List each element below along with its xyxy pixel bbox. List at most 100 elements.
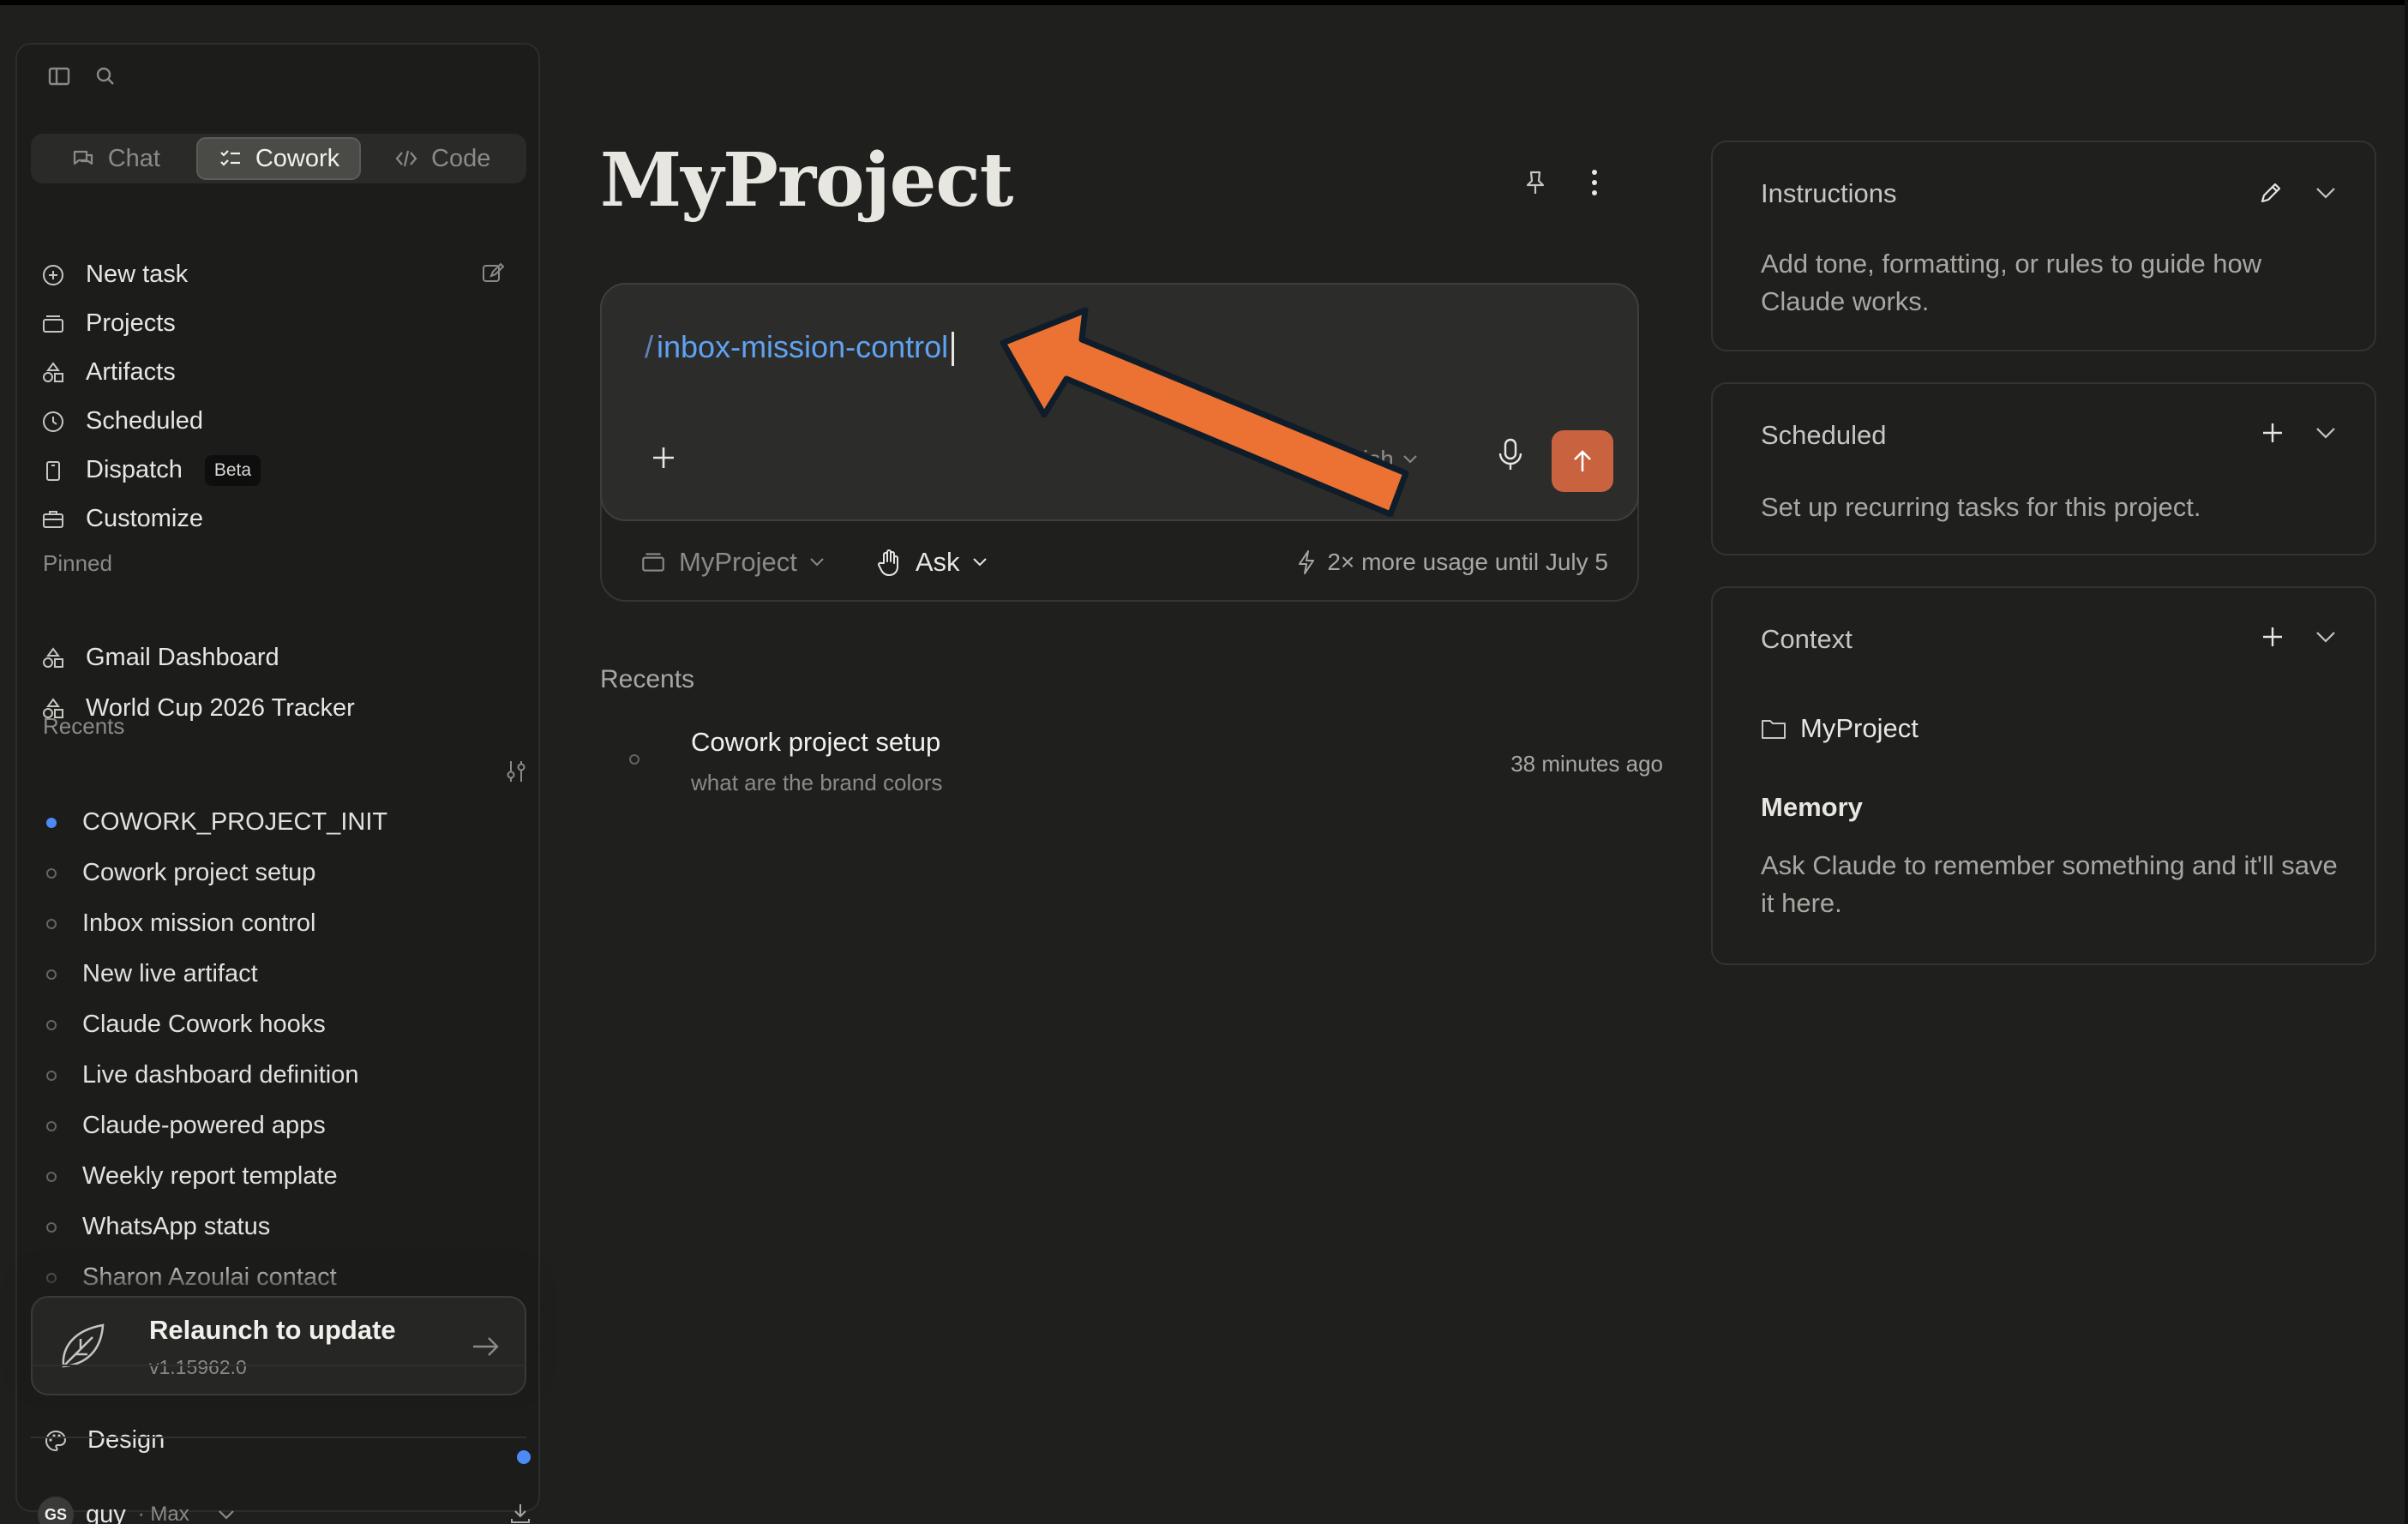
list-item[interactable]: COWORK_PROJECT_INIT	[43, 797, 523, 848]
compose-icon[interactable]	[480, 261, 506, 286]
update-title: Relaunch to update	[149, 1315, 396, 1345]
nav-label: Customize	[86, 505, 203, 532]
arrow-up-icon	[1571, 448, 1594, 474]
folder-stack-icon	[640, 549, 667, 576]
nav-label: Dispatch	[86, 456, 183, 483]
leaf-icon	[55, 1318, 111, 1375]
status-dot	[46, 1019, 57, 1030]
nav-label: Projects	[86, 309, 176, 337]
nav-projects[interactable]: Projects	[39, 299, 528, 348]
status-dot	[46, 1272, 57, 1283]
recent-label: WhatsApp status	[82, 1213, 271, 1240]
memory-title: Memory	[1761, 792, 1863, 822]
recent-label: Live dashboard definition	[82, 1061, 359, 1089]
mode-code[interactable]: Code	[361, 137, 523, 180]
phone-icon	[39, 457, 67, 484]
project-label: MyProject	[679, 547, 797, 577]
recent-label: Claude-powered apps	[82, 1112, 326, 1139]
list-item[interactable]: Weekly report template	[43, 1151, 523, 1202]
add-attachment-icon[interactable]	[650, 444, 677, 471]
chat-icon	[70, 146, 96, 171]
list-item[interactable]: Claude Cowork hooks	[43, 999, 523, 1050]
nav-dispatch[interactable]: Dispatch Beta	[39, 446, 528, 495]
nav-artifacts[interactable]: Artifacts	[39, 348, 528, 397]
user-name: guy	[86, 1500, 126, 1524]
chevron-down-icon[interactable]	[2315, 630, 2337, 644]
panel-title: Scheduled	[1761, 420, 1887, 450]
hand-icon	[876, 548, 904, 577]
send-button[interactable]	[1552, 430, 1613, 492]
chevron-down-icon	[217, 1509, 236, 1521]
list-item[interactable]: New live artifact	[43, 949, 523, 999]
status-dot	[46, 918, 57, 929]
sidebar-toggle-icon[interactable]	[45, 62, 74, 91]
chevron-down-icon	[972, 557, 988, 567]
nav-new-task[interactable]: New task	[39, 250, 528, 299]
mode-label: Code	[431, 144, 491, 172]
plus-icon[interactable]	[2261, 626, 2284, 648]
list-item[interactable]: WhatsApp status	[43, 1202, 523, 1252]
user-menu[interactable]: GS guy · Max	[38, 1497, 530, 1524]
mode-cowork[interactable]: Cowork	[195, 137, 362, 180]
status-dot	[629, 754, 640, 765]
pencil-icon[interactable]	[2258, 180, 2284, 206]
nav-scheduled[interactable]: Scheduled	[39, 397, 528, 446]
nav-label: Artifacts	[86, 358, 176, 386]
mode-label: Cowork	[255, 144, 340, 172]
mode-selector[interactable]: Ask	[876, 547, 988, 578]
context-folder[interactable]: MyProject	[1761, 713, 1919, 744]
chevron-down-icon[interactable]	[2315, 426, 2337, 440]
relaunch-update-card[interactable]: Relaunch to update v1.15962.0	[31, 1296, 526, 1395]
recents-list: COWORK_PROJECT_INIT Cowork project setup…	[43, 797, 523, 1303]
status-dot	[46, 1070, 57, 1081]
list-item[interactable]: Inbox mission control	[43, 898, 523, 949]
download-icon[interactable]	[507, 1500, 533, 1524]
folder-icon	[1761, 717, 1786, 740]
panel-actions	[2261, 422, 2337, 444]
microphone-icon[interactable]	[1495, 437, 1526, 473]
briefcase-icon	[39, 506, 67, 533]
status-dot	[46, 1120, 57, 1131]
code-icon	[393, 146, 419, 171]
recent-subtitle: what are the brand colors	[691, 770, 943, 795]
design-item[interactable]: Design	[43, 1426, 165, 1455]
arrow-right-icon	[471, 1334, 501, 1359]
pin-icon[interactable]	[1522, 169, 1548, 196]
checklist-icon	[218, 146, 243, 171]
status-dot	[46, 969, 57, 980]
window-edge	[2405, 0, 2408, 1524]
status-dot	[46, 817, 57, 828]
chevron-down-icon	[809, 557, 825, 567]
recent-label: Cowork project setup	[82, 859, 316, 886]
memory-description: Ask Claude to remember something and it'…	[1761, 850, 2338, 918]
list-item[interactable]: Live dashboard definition	[43, 1050, 523, 1101]
list-item[interactable]: Claude-powered apps	[43, 1101, 523, 1151]
sidebar-top-icons	[45, 62, 120, 91]
project-selector[interactable]: MyProject	[640, 547, 825, 578]
pinned-item[interactable]: Gmail Dashboard	[39, 633, 528, 683]
folder-stack-icon	[39, 310, 67, 338]
beta-badge: Beta	[204, 454, 261, 486]
nav-customize[interactable]: Customize	[39, 495, 528, 543]
title-actions	[1522, 168, 1600, 197]
plus-icon[interactable]	[2261, 422, 2284, 444]
search-icon[interactable]	[91, 62, 120, 91]
recent-label: New live artifact	[82, 960, 258, 987]
recent-time: 38 minutes ago	[1510, 751, 1663, 777]
recent-label: COWORK_PROJECT_INIT	[82, 808, 388, 836]
composer-input[interactable]: / inbox-mission-control	[645, 329, 955, 367]
instructions-panel: Instructions Add tone, formatting, or ru…	[1711, 141, 2376, 351]
more-options-icon[interactable]	[1589, 168, 1600, 197]
list-item[interactable]: Cowork project setup	[43, 848, 523, 898]
mode-switcher: Chat Cowork Code	[31, 134, 526, 183]
table-row[interactable]: Cowork project setup what are the brand …	[626, 727, 1663, 804]
filter-icon[interactable]	[502, 758, 530, 785]
chevron-down-icon[interactable]	[2315, 186, 2337, 200]
status-dot	[46, 1221, 57, 1233]
slash-prefix: /	[645, 329, 654, 364]
pinned-label-text: World Cup 2026 Tracker	[86, 694, 355, 722]
shapes-icon	[39, 359, 67, 387]
pinned-label-text: Gmail Dashboard	[86, 644, 279, 671]
mode-chat[interactable]: Chat	[34, 137, 196, 180]
divider	[31, 1365, 526, 1366]
